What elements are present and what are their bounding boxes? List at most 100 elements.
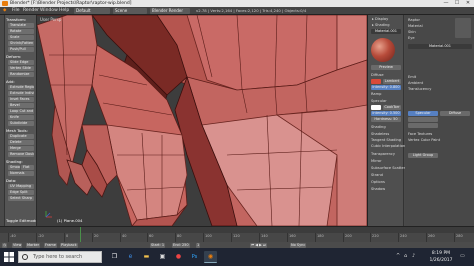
photoshop-icon[interactable]: Ps — [188, 251, 201, 263]
scene-selector[interactable]: Scene — [113, 8, 147, 14]
tool-header-shading[interactable]: Shading: — [6, 159, 35, 164]
timeline-tick — [398, 233, 399, 242]
maximize-button[interactable]: ☐ — [452, 0, 462, 7]
tool-translate[interactable]: Translate — [8, 23, 34, 28]
shading-panel[interactable]: Shading — [371, 125, 386, 129]
task-view-icon[interactable]: ❐ — [108, 251, 121, 263]
tool-randomize[interactable]: Randomize — [8, 72, 34, 77]
options-panel[interactable]: Options — [371, 180, 385, 184]
notifications-icon[interactable]: ▭ — [460, 253, 465, 259]
diffuse-intensity[interactable]: Intensity: 0.800 — [371, 85, 401, 90]
specular-hardness[interactable]: Hardness: 50 — [371, 117, 401, 122]
tool-push-pull[interactable]: Push/Pull — [8, 47, 34, 52]
material-slot[interactable]: Material.001 — [371, 29, 401, 34]
tool-extrude-region[interactable]: Extrude Region — [8, 85, 34, 90]
tool-loop-cut[interactable]: Loop Cut and Slide — [8, 109, 34, 114]
tool-extrude-individual[interactable]: Extrude Individual — [8, 91, 34, 96]
properties-blank-2[interactable] — [408, 123, 438, 128]
properties-tab-skin[interactable]: Skin — [408, 30, 416, 34]
cubic-interp-checkbox[interactable]: Cubic Interpolation — [371, 144, 405, 148]
tool-rotate[interactable]: Rotate — [8, 29, 34, 34]
tool-slide-edge[interactable]: Slide Edge — [8, 60, 34, 65]
tool-inset-faces[interactable]: Inset Faces — [8, 97, 34, 102]
tool-remove-doubles[interactable]: Remove Doubles — [8, 152, 34, 157]
tool-edge-split[interactable]: Edge Split — [8, 190, 34, 195]
minimize-button[interactable]: — — [441, 0, 451, 7]
menu-file[interactable]: File — [12, 7, 20, 15]
tool-shrink-fatten[interactable]: Shrink/Fatten — [8, 41, 34, 46]
shadow-panel[interactable]: Shadow — [371, 187, 385, 191]
tool-header-mesh-tools[interactable]: Mesh Tools: — [6, 128, 35, 133]
tool-header-add[interactable]: Add: — [6, 79, 35, 84]
diffuse-color-swatch[interactable] — [371, 79, 381, 84]
tool-smooth[interactable]: Smooth — [8, 165, 20, 170]
tool-knife[interactable]: Knife — [8, 115, 34, 120]
tool-shelf-tabs[interactable] — [0, 15, 5, 226]
tool-vertex-slide[interactable]: Vertex Slide — [8, 66, 34, 71]
tray-up-arrow-icon[interactable]: ^ — [396, 253, 400, 259]
taskbar-clock[interactable]: 8:19 PM 1/26/2017 — [426, 250, 456, 264]
tool-duplicate[interactable]: Duplicate — [8, 134, 34, 139]
light-group-button[interactable]: Light Group — [408, 153, 438, 158]
timeline-ruler[interactable]: -40 -20 0 20 40 60 80 100 120 140 160 180 200 220 240 2… — [0, 233, 474, 242]
blender-taskbar-icon[interactable]: ◉ — [204, 251, 217, 263]
specular-shader[interactable]: CookTorr — [383, 105, 401, 110]
tool-merge[interactable]: Merge — [8, 146, 34, 151]
transparency-panel[interactable]: Transparency — [371, 152, 395, 156]
shading-toggle-diffuse[interactable]: Diffuse — [440, 111, 470, 116]
close-button[interactable]: ✕ — [463, 0, 473, 7]
taskbar-search-input[interactable]: Type here to search — [18, 251, 102, 263]
tool-header-deform[interactable]: Deform: — [6, 54, 35, 59]
material-list-controls[interactable] — [455, 18, 471, 38]
specular-intensity[interactable]: Intensity: 0.500 — [371, 111, 401, 116]
menu-help[interactable]: Help — [59, 7, 69, 15]
tool-header-transform[interactable]: Transform: — [6, 17, 35, 22]
file-explorer-icon[interactable]: ▬ — [140, 251, 153, 263]
properties-blank-1[interactable] — [408, 117, 438, 122]
timeline-editor[interactable]: -40 -20 0 20 40 60 80 100 120 140 160 180 200 220 240 2… — [0, 226, 474, 248]
shadeless-checkbox[interactable]: Shadeless — [371, 132, 389, 136]
properties-tab-material[interactable]: Material — [408, 24, 423, 28]
strand-panel[interactable]: Strand — [371, 173, 383, 177]
display-label[interactable]: ▸ Display — [372, 17, 388, 21]
timeline-tick-label: 220 — [372, 234, 379, 238]
chrome-icon[interactable]: ● — [172, 251, 185, 263]
layout-selector[interactable]: Default — [74, 8, 110, 14]
menu-window[interactable]: Window — [40, 7, 58, 15]
tool-bevel[interactable]: Bevel — [8, 103, 34, 108]
toggle-editmode[interactable]: Toggle Editmode — [6, 218, 36, 223]
shading-toggle-specular[interactable]: Specular — [408, 111, 438, 116]
mirror-panel[interactable]: Mirror — [371, 159, 382, 163]
menu-render[interactable]: Render — [23, 7, 39, 15]
tool-delete[interactable]: Delete — [8, 140, 34, 145]
windows-start-icon[interactable] — [4, 252, 14, 262]
material-datablock[interactable]: Material.001 — [408, 44, 472, 49]
specular-color-swatch[interactable] — [371, 105, 381, 110]
edge-icon[interactable]: e — [124, 251, 137, 263]
volume-icon[interactable]: ♪ — [412, 253, 415, 259]
tool-scale[interactable]: Scale — [8, 35, 34, 40]
ramp-checkbox[interactable]: Ramp — [371, 92, 381, 96]
face-textures-checkbox[interactable]: Face Textures — [408, 132, 432, 136]
editor-type-icon[interactable]: ◆ — [3, 7, 6, 15]
properties-tab-raptor[interactable]: Raptor — [408, 18, 420, 22]
properties-tab-eye[interactable]: Eye — [408, 36, 415, 40]
store-icon[interactable]: ▣ — [156, 251, 169, 263]
tool-uv-mapping[interactable]: UV Mapping — [8, 184, 34, 189]
tool-normals[interactable]: Normals — [8, 171, 34, 176]
render-engine-selector[interactable]: Blender Render — [150, 8, 190, 14]
windows-taskbar: Type here to search ❐ e ▬ ▣ ● Ps ◉ ^ ⌂ ♪… — [0, 248, 474, 266]
tool-header-data[interactable]: Data: — [6, 178, 35, 183]
tool-select-sharp[interactable]: Select Sharp — [8, 196, 34, 201]
preview-panel[interactable]: Preview — [371, 65, 401, 70]
tangent-shading-checkbox[interactable]: Tangent Shading — [371, 138, 401, 142]
tool-subdivide[interactable]: Subdivide — [8, 121, 34, 126]
timeline-tick-label: 20 — [94, 234, 99, 238]
tool-flat[interactable]: Flat — [21, 165, 34, 170]
shading-label[interactable]: ▸ Shading — [372, 23, 390, 27]
vertex-color-paint-checkbox[interactable]: Vertex Color Paint — [408, 138, 440, 142]
timeline-tick-label: 100 — [205, 234, 212, 238]
network-icon[interactable]: ⌂ — [404, 253, 407, 259]
3d-viewport[interactable]: User Persp (1) Plane.004 — [37, 15, 367, 226]
diffuse-shader[interactable]: Lambert — [383, 79, 401, 84]
